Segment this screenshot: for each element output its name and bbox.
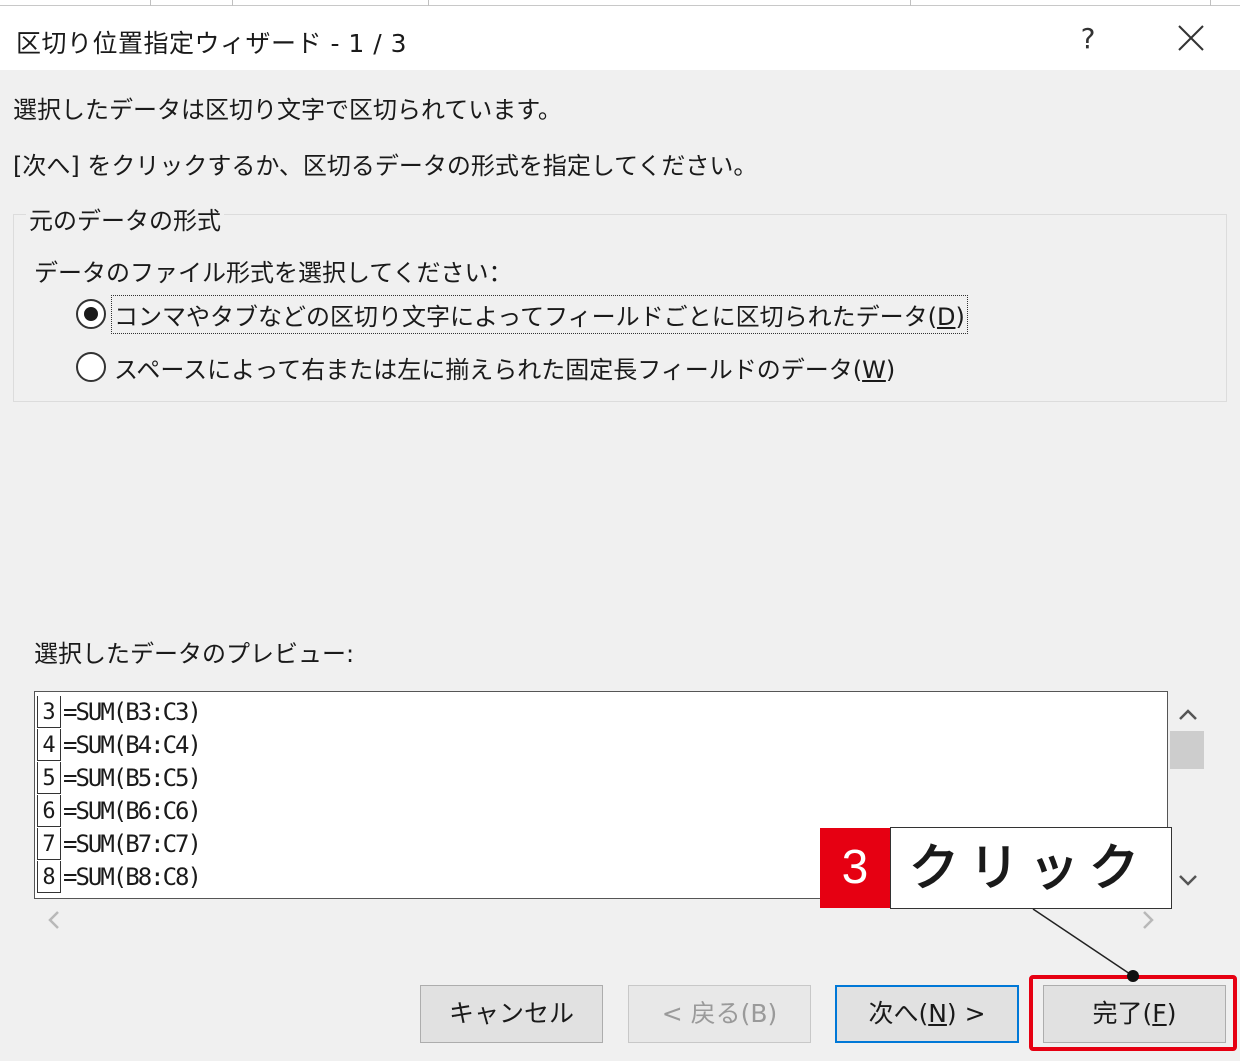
title-bar: 区切り位置指定ウィザード - 1 / 3 ? bbox=[0, 6, 1240, 70]
preview-row: 5 =SUM(B5:C5) bbox=[37, 762, 202, 794]
close-icon bbox=[1178, 25, 1204, 51]
preview-row-number: 7 bbox=[37, 828, 61, 860]
next-button[interactable]: 次へ(N) > bbox=[835, 985, 1019, 1043]
preview-row-value: =SUM(B7:C7) bbox=[63, 830, 202, 858]
preview-row: 8 =SUM(B8:C8) bbox=[37, 861, 202, 893]
preview-row-number: 4 bbox=[37, 729, 61, 761]
file-type-prompt: データのファイル形式を選択してください： bbox=[34, 259, 513, 287]
finish-highlight-box bbox=[1029, 975, 1237, 1051]
preview-row-value: =SUM(B6:C6) bbox=[63, 797, 202, 825]
preview-row-number: 6 bbox=[37, 795, 61, 827]
group-title: 元のデータの形式 bbox=[26, 201, 224, 236]
preview-row: 6 =SUM(B6:C6) bbox=[37, 795, 202, 827]
preview-row-value: =SUM(B3:C3) bbox=[63, 698, 202, 726]
radio-delimited[interactable]: コンマやタブなどの区切り文字によってフィールドごとに区切られたデータ(D) bbox=[76, 294, 968, 334]
help-button[interactable]: ? bbox=[1068, 14, 1108, 64]
preview-row: 7 =SUM(B7:C7) bbox=[37, 828, 202, 860]
intro-text-2: [次へ] をクリックするか、区切るデータの形式を指定してください。 bbox=[13, 152, 758, 180]
radio-label-fixed-width[interactable]: スペースによって右または左に揃えられた固定長フィールドのデータ(W) bbox=[112, 349, 897, 386]
preview-row: 4 =SUM(B4:C4) bbox=[37, 729, 202, 761]
preview-row-value: =SUM(B4:C4) bbox=[63, 731, 202, 759]
close-button[interactable] bbox=[1166, 16, 1216, 62]
preview-row-value: =SUM(B8:C8) bbox=[63, 863, 202, 891]
scroll-right-arrow-icon[interactable] bbox=[1134, 906, 1162, 934]
scroll-down-arrow-icon[interactable] bbox=[1174, 866, 1202, 894]
preview-vertical-scrollbar[interactable] bbox=[1168, 691, 1208, 899]
preview-row-number: 3 bbox=[37, 696, 61, 728]
radio-button-fixed-width[interactable] bbox=[76, 352, 106, 382]
radio-fixed-width[interactable]: スペースによって右または左に揃えられた固定長フィールドのデータ(W) bbox=[76, 349, 897, 385]
click-instruction-label: クリック bbox=[890, 827, 1172, 909]
preview-row: 3 =SUM(B3:C3) bbox=[37, 696, 202, 728]
scroll-left-arrow-icon[interactable] bbox=[40, 906, 68, 934]
radio-label-delimited[interactable]: コンマやタブなどの区切り文字によってフィールドごとに区切られたデータ(D) bbox=[111, 294, 968, 334]
intro-text-1: 選択したデータは区切り文字で区切られています。 bbox=[13, 96, 562, 124]
radio-button-delimited[interactable] bbox=[76, 299, 106, 329]
preview-label: 選択したデータのプレビュー: bbox=[34, 640, 355, 668]
preview-row-number: 5 bbox=[37, 762, 61, 794]
cancel-button[interactable]: キャンセル bbox=[420, 985, 603, 1043]
scroll-thumb[interactable] bbox=[1170, 731, 1204, 769]
step-number-badge: 3 bbox=[820, 828, 890, 908]
preview-row-value: =SUM(B5:C5) bbox=[63, 764, 202, 792]
text-to-columns-wizard-dialog: 区切り位置指定ウィザード - 1 / 3 ? 選択したデータは区切り文字で区切ら… bbox=[0, 0, 1240, 1061]
back-button[interactable]: < 戻る(B) bbox=[628, 985, 811, 1043]
preview-row-number: 8 bbox=[37, 861, 61, 893]
scroll-up-arrow-icon[interactable] bbox=[1174, 701, 1202, 729]
dialog-title: 区切り位置指定ウィザード - 1 / 3 bbox=[16, 29, 408, 58]
